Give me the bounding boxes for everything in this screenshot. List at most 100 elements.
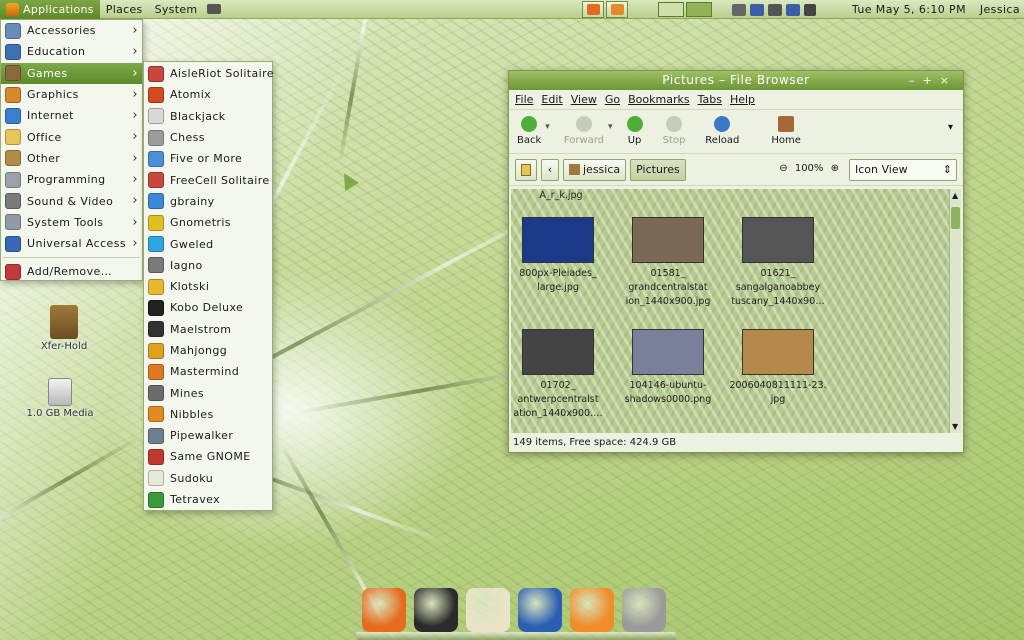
menu-item-label: Office [27,130,62,144]
toolbar-overflow-chevron-icon[interactable]: ▾ [948,122,953,133]
dock-text-editor-icon[interactable] [466,588,510,632]
back-button[interactable]: Back [517,116,541,146]
game-item-blackjack[interactable]: Blackjack [144,106,272,127]
scrollbar-thumb[interactable] [951,207,960,229]
desktop-icon-xfer-hold[interactable]: Xfer-Hold [24,305,104,352]
menu-bookmarks[interactable]: Bookmarks [628,93,689,106]
scroll-up-icon[interactable]: ▲ [952,191,958,200]
back-history-dropdown[interactable]: ▾ [545,122,550,132]
dock-firefox-icon[interactable] [362,588,406,632]
window-titlebar[interactable]: Pictures – File Browser –+× [509,71,963,90]
stop-button[interactable]: Stop [663,116,685,146]
menu-item-accessories[interactable]: Accessories › [1,20,142,41]
game-item-mastermind[interactable]: Mastermind [144,361,272,382]
up-button[interactable]: Up [626,116,643,146]
applications-menu[interactable]: Applications [0,0,100,19]
game-item-gnometris[interactable]: Gnometris [144,212,272,233]
game-item-gbrainy[interactable]: gbrainy [144,191,272,212]
zoom-out-icon[interactable]: ⊖ [779,163,787,174]
vertical-scrollbar[interactable]: ▲ ▼ [949,189,961,433]
file-item[interactable]: 104146-ubuntu-shadows0000.png [613,329,723,407]
menu-item-education[interactable]: Education › [1,41,142,62]
workspace-2[interactable] [686,2,712,17]
dock-thunderbird-icon[interactable] [518,588,562,632]
pencil-icon [521,163,531,176]
menu-view[interactable]: View [571,93,597,106]
menu-item-games[interactable]: Games › [1,62,142,84]
game-item-maelstrom[interactable]: Maelstrom [144,319,272,340]
menu-item-other[interactable]: Other › [1,148,142,169]
icon-view[interactable]: A_r_k.jpg 800px-Pleiades_ large.jpg 01581_… [511,189,949,433]
game-item-tetravex[interactable]: Tetravex [144,489,272,510]
maximize-icon[interactable]: + [923,74,940,87]
game-item-mahjongg[interactable]: Mahjongg [144,340,272,361]
desktop-icon-media[interactable]: 1.0 GB Media [20,378,100,419]
volume-icon[interactable] [804,3,816,16]
places-menu[interactable]: Places [100,0,149,19]
workspace-switcher[interactable] [658,1,712,18]
minimize-icon[interactable]: – [909,74,923,87]
zoom-in-icon[interactable]: ⊕ [831,163,839,174]
menu-item-sound-video[interactable]: Sound & Video › [1,190,142,211]
zoom-level[interactable]: 100% [795,163,824,174]
view-mode-select[interactable]: Icon View ⇕ [849,159,957,181]
menu-item-universal-access[interactable]: Universal Access › [1,233,142,254]
network-icon[interactable] [750,3,764,16]
printer-icon[interactable] [732,3,746,16]
game-item-aisleriot-solitaire[interactable]: AisleRiot Solitaire [144,63,274,84]
forward-history-dropdown[interactable]: ▾ [608,122,613,132]
clock[interactable]: Tue May 5, 6:10 PM Jessica [852,3,1020,16]
game-item-same-gnome[interactable]: Same GNOME [144,446,272,467]
game-item-five-or-more[interactable]: Five or More [144,148,272,169]
dock-pidgin-bird-icon[interactable] [570,588,614,632]
menu-edit[interactable]: Edit [541,93,562,106]
dock-file-cabinet-icon[interactable] [622,588,666,632]
game-item-gweled[interactable]: Gweled [144,233,272,254]
menu-go[interactable]: Go [605,93,620,106]
path-button-jessica[interactable]: jessica [563,158,627,181]
game-item-iagno[interactable]: Iagno [144,255,272,276]
game-item-label: Tetravex [170,493,220,507]
game-item-chess[interactable]: Chess [144,127,272,148]
taskbar-file-browser[interactable] [606,1,628,18]
menu-item-system-tools[interactable]: System Tools › [1,212,142,233]
workspace-1[interactable] [658,2,684,17]
display-icon[interactable] [786,3,800,16]
reload-button[interactable]: Reload [705,116,739,146]
game-item-sudoku[interactable]: Sudoku [144,468,272,489]
bluetooth-icon[interactable] [768,3,782,16]
taskbar-firefox[interactable] [582,1,604,18]
edit-location-button[interactable] [515,158,537,181]
submenu-arrow-icon: › [132,214,138,230]
file-item[interactable]: 01581_ grandcentralstat ion_1440x900.jpg [613,217,723,309]
path-scroll-left-button[interactable]: ‹ [541,158,559,181]
game-item-freecell-solitaire[interactable]: FreeCell Solitaire [144,169,272,190]
menu-item-graphics[interactable]: Graphics › [1,84,142,105]
menu-tabs[interactable]: Tabs [698,93,722,106]
menu-file[interactable]: File [515,93,533,106]
menu-help[interactable]: Help [730,93,755,106]
menu-item-add-remove[interactable]: Add/Remove… [1,261,142,282]
system-menu[interactable]: System [149,0,204,19]
game-item-pipewalker[interactable]: Pipewalker [144,425,272,446]
game-item-nibbles[interactable]: Nibbles [144,404,272,425]
close-icon[interactable]: × [940,74,957,87]
menu-item-office[interactable]: Office › [1,126,142,147]
game-item-klotski[interactable]: Klotski [144,276,272,297]
game-item-mines[interactable]: Mines [144,382,272,403]
file-item[interactable]: 01702_ antwerpcentralst ation_1440x900.… [511,329,613,421]
forward-button[interactable]: Forward [564,116,604,146]
path-button-pictures[interactable]: Pictures [630,158,686,181]
file-item[interactable]: 2006040811111-23. jpg [723,329,833,407]
dock-terminal-icon[interactable] [414,588,458,632]
camera-icon[interactable] [207,4,222,14]
scroll-down-icon[interactable]: ▼ [952,422,958,431]
file-item[interactable]: 800px-Pleiades_ large.jpg [511,217,613,295]
game-item-atomix[interactable]: Atomix [144,84,272,105]
menu-item-programming[interactable]: Programming › [1,169,142,190]
home-button[interactable]: Home [771,116,801,146]
file-item[interactable]: 01621_ sangalganoabbey tuscany_1440x90… [723,217,833,309]
menu-item-internet[interactable]: Internet › [1,105,142,126]
user-name[interactable]: Jessica [980,3,1020,16]
game-item-kobo-deluxe[interactable]: Kobo Deluxe [144,297,272,318]
